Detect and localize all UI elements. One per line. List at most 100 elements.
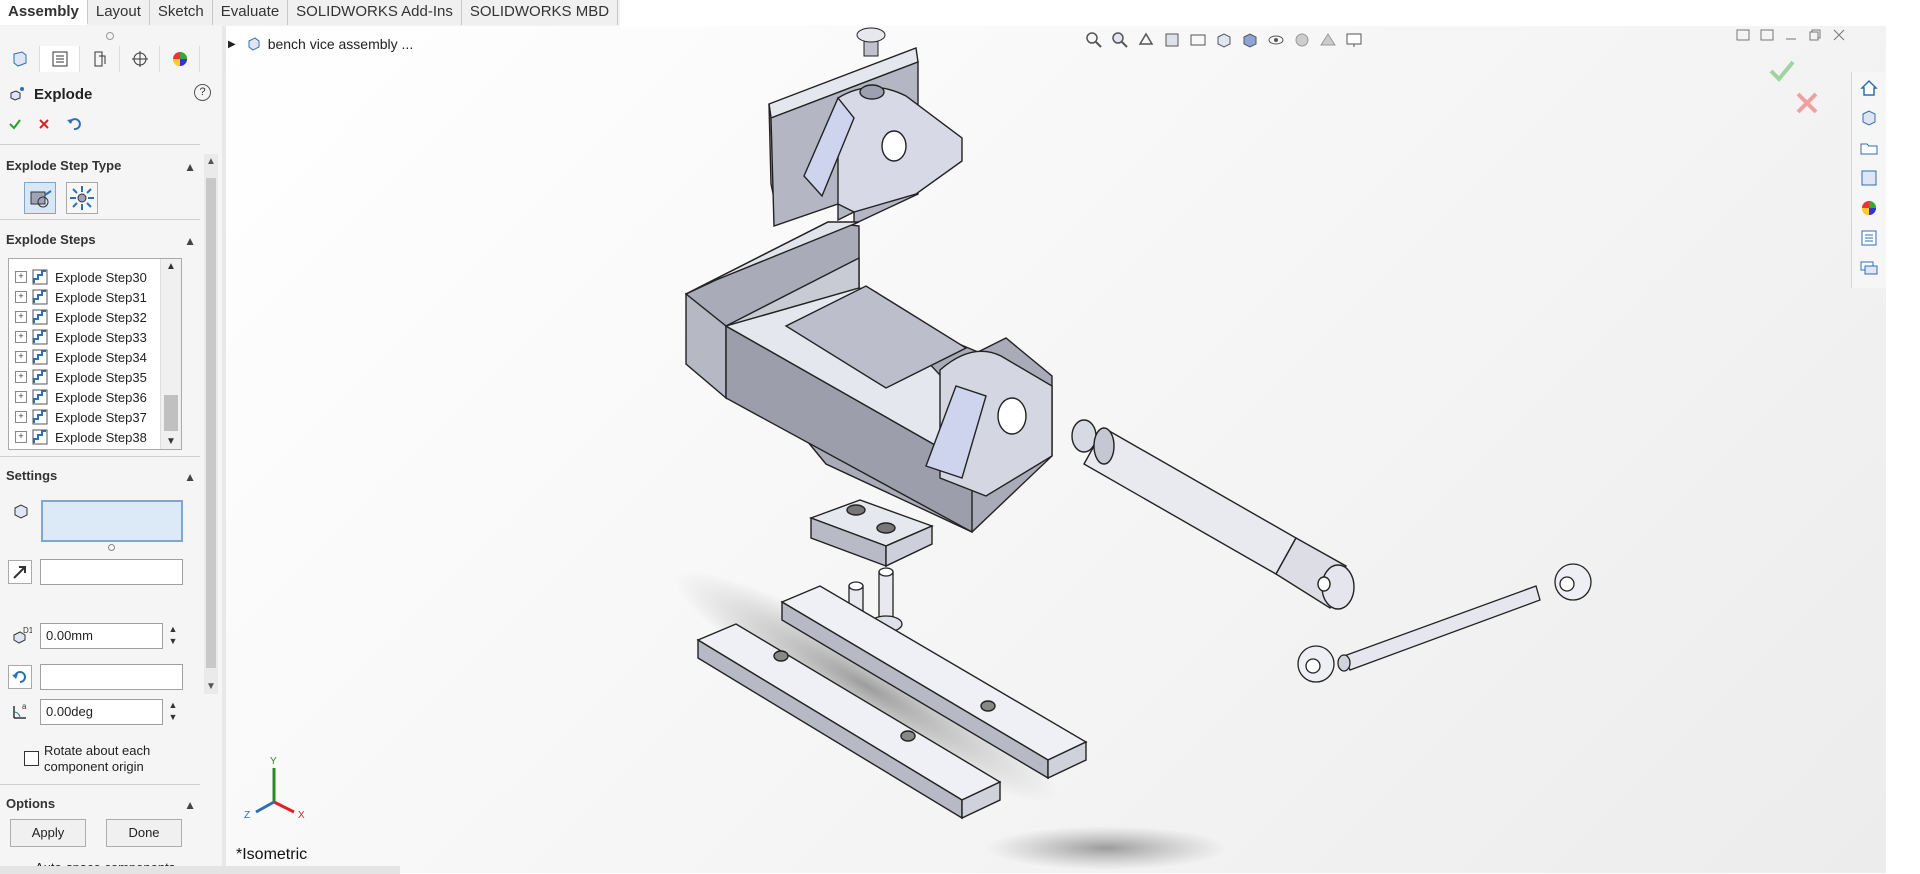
expand-plus-icon[interactable]: + [15,391,27,403]
apply-button[interactable]: Apply [10,819,86,847]
list-item[interactable]: + Explode Step31 [9,287,159,307]
lead-screw[interactable] [1071,419,1355,610]
assembly-model[interactable]: Y X Z [226,26,1886,873]
list-scrollbar[interactable]: ▲ ▼ [160,259,181,449]
vice-base[interactable] [684,221,1053,534]
panel-grip[interactable] [106,32,114,40]
check-icon[interactable] [8,117,22,131]
expand-plus-icon[interactable]: + [15,271,27,283]
scroll-down-icon[interactable]: ▼ [161,436,181,447]
chevron-up-icon[interactable]: ▲ [184,234,196,248]
tab-property-manager[interactable] [40,46,80,72]
confirm-cancel-icon[interactable] [1794,90,1820,116]
chevron-up-icon[interactable]: ▲ [184,798,196,812]
list-item[interactable]: + Explode Step37 [9,407,159,427]
minimize-icon[interactable] [1784,28,1798,42]
view-palette-icon[interactable] [1859,168,1879,188]
undo-icon[interactable] [66,116,84,132]
tile-left-icon[interactable] [1736,28,1750,42]
section-explode-step-type[interactable]: Explode Step Type ▲ [6,158,196,176]
section-options[interactable]: Options ▲ [6,796,196,814]
list-item[interactable]: + Explode Step34 [9,347,159,367]
chevron-up-icon[interactable]: ▲ [184,160,196,174]
tab-feature-manager[interactable] [0,46,40,72]
section-view-icon[interactable] [1162,30,1182,50]
tile-right-icon[interactable] [1760,28,1774,42]
tab-dimxpert[interactable] [120,46,160,72]
scroll-up-icon[interactable]: ▲ [204,156,218,167]
section-settings[interactable]: Settings ▲ [6,468,196,486]
expand-plus-icon[interactable]: + [15,311,27,323]
file-explorer-icon[interactable] [1859,138,1879,158]
expand-plus-icon[interactable]: + [15,431,27,443]
scroll-down-icon[interactable]: ▼ [204,681,218,692]
tab-assembly[interactable]: Assembly [0,0,88,25]
expand-plus-icon[interactable]: + [15,371,27,383]
rotation-axis-icon[interactable] [8,665,32,689]
rotation-axis-field[interactable] [40,664,183,690]
step-type-regular-button[interactable] [24,182,56,214]
list-item[interactable]: + Explode Step30 [9,267,159,287]
scroll-up-icon[interactable]: ▲ [161,261,181,272]
graphics-area[interactable]: Y X Z ▶ bench vice assembly ... *Isometr… [226,26,1886,873]
angle-input[interactable]: 0.00deg [40,699,163,725]
zoom-to-fit-icon[interactable] [1084,30,1104,50]
components-selection-box[interactable] [41,500,183,542]
list-item[interactable]: + Explode Step36 [9,387,159,407]
expand-plus-icon[interactable]: + [15,291,27,303]
panel-scrollbar[interactable]: ▲ ▼ [204,154,218,694]
tab-display-manager[interactable] [160,46,200,72]
scroll-thumb[interactable] [206,178,216,668]
edit-appearance-icon[interactable] [1292,30,1312,50]
list-item[interactable]: + Explode Step33 [9,327,159,347]
done-button[interactable]: Done [106,819,182,847]
view-orientation-icon[interactable] [1214,30,1234,50]
display-style-icon[interactable] [1240,30,1260,50]
close-window-icon[interactable] [1832,28,1846,42]
clamp-plate[interactable] [808,499,934,568]
tab-evaluate[interactable]: Evaluate [212,0,289,25]
view-settings-icon[interactable] [1344,30,1364,50]
forum-icon[interactable] [1859,258,1879,278]
list-item[interactable]: + Explode Step35 [9,367,159,387]
direction-arrow-icon[interactable] [8,560,32,584]
confirm-check-icon[interactable] [1768,58,1796,84]
list-item[interactable]: + Explode Step38 [9,427,159,447]
explode-steps-list[interactable]: + Explode Step30 + Explode Step31 + Explode S… [8,258,182,450]
tab-layout[interactable]: Layout [87,0,150,25]
appearances-icon[interactable] [1859,198,1879,218]
top-screw[interactable] [856,27,886,57]
restore-icon[interactable] [1808,28,1822,42]
tab-addins[interactable]: SOLIDWORKS Add-Ins [288,0,462,25]
custom-properties-icon[interactable] [1859,228,1879,248]
expand-plus-icon[interactable]: + [15,351,27,363]
resize-handle[interactable] [108,544,115,551]
chevron-up-icon[interactable]: ▲ [184,470,196,484]
distance-spinner[interactable]: ▲ ▼ [167,623,179,649]
expand-plus-icon[interactable]: + [15,411,27,423]
tab-mbd[interactable]: SOLIDWORKS MBD [461,0,619,25]
rotate-about-origin-checkbox[interactable] [24,751,39,766]
apply-scene-icon[interactable] [1318,30,1338,50]
feature-tree-flyout[interactable]: ▶ bench vice assembly ... [228,36,413,52]
question-icon[interactable]: ? [194,84,211,101]
movable-jaw[interactable] [768,47,963,227]
expand-plus-icon[interactable]: + [15,331,27,343]
step-type-radial-button[interactable] [66,182,98,214]
tab-configuration-manager[interactable] [80,46,120,72]
direction-field[interactable] [40,559,183,585]
close-icon[interactable] [38,118,50,130]
expand-arrow-icon[interactable]: ▶ [228,39,236,50]
home-icon[interactable] [1859,78,1879,98]
zoom-area-icon[interactable] [1110,30,1130,50]
scroll-thumb[interactable] [164,395,178,431]
section-explode-steps[interactable]: Explode Steps ▲ [6,232,196,250]
design-library-icon[interactable] [1859,108,1879,128]
distance-input[interactable]: 0.00mm [40,623,163,649]
angle-spinner[interactable]: ▲ ▼ [167,699,179,725]
hide-show-icon[interactable] [1266,30,1286,50]
list-item[interactable]: + Explode Step32 [9,307,159,327]
previous-view-icon[interactable] [1136,30,1156,50]
tab-sketch[interactable]: Sketch [149,0,213,25]
dynamic-annotation-icon[interactable] [1188,30,1208,50]
